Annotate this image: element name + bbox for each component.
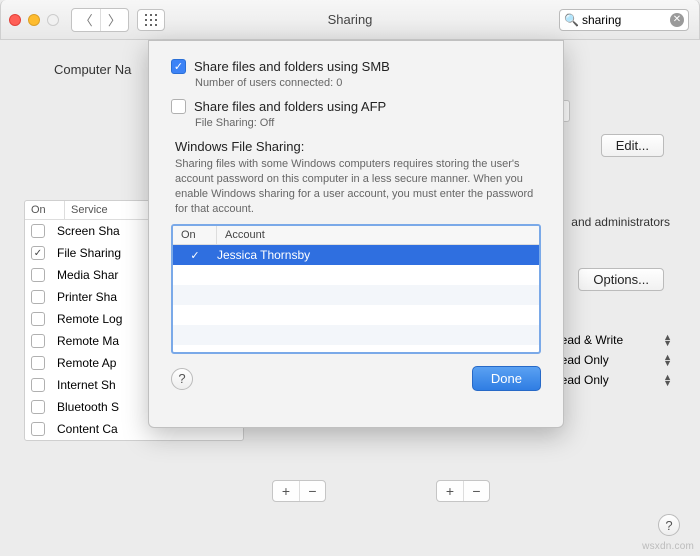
folders-add-remove: + − bbox=[272, 480, 326, 502]
service-checkbox[interactable] bbox=[31, 400, 45, 414]
col-account: Account bbox=[217, 226, 273, 244]
service-checkbox[interactable] bbox=[31, 378, 45, 392]
account-row-empty bbox=[173, 265, 539, 285]
service-label: Remote Log bbox=[57, 312, 122, 326]
service-checkbox[interactable] bbox=[31, 356, 45, 370]
afp-label: Share files and folders using AFP bbox=[194, 99, 386, 114]
remove-folder-button[interactable]: − bbox=[299, 481, 325, 501]
service-label: Screen Sha bbox=[57, 224, 120, 238]
search-icon: 🔍 bbox=[564, 13, 579, 27]
clear-search-icon[interactable]: ✕ bbox=[670, 13, 684, 27]
account-checkbox[interactable]: ✓ bbox=[190, 249, 199, 262]
permission-row[interactable]: Read Only▲▼ bbox=[552, 350, 672, 370]
options-button[interactable]: Options... bbox=[578, 268, 664, 291]
account-row-empty bbox=[173, 305, 539, 325]
window-title: Sharing bbox=[328, 12, 373, 27]
service-label: Content Ca bbox=[57, 422, 118, 436]
service-checkbox[interactable] bbox=[31, 268, 45, 282]
stepper-icon[interactable]: ▲▼ bbox=[663, 334, 672, 346]
service-checkbox[interactable] bbox=[31, 312, 45, 326]
users-add-remove: + − bbox=[436, 480, 490, 502]
account-row[interactable]: ✓ Jessica Thornsby bbox=[173, 245, 539, 265]
search-field[interactable]: 🔍 ✕ bbox=[559, 9, 689, 31]
add-folder-button[interactable]: + bbox=[273, 481, 299, 501]
accounts-header: On Account bbox=[173, 226, 539, 245]
afp-row[interactable]: Share files and folders using AFP bbox=[171, 99, 541, 114]
afp-checkbox[interactable] bbox=[171, 99, 186, 114]
col-on: On bbox=[173, 226, 217, 244]
service-checkbox[interactable] bbox=[31, 290, 45, 304]
service-label: Media Shar bbox=[57, 268, 118, 282]
service-label: File Sharing bbox=[57, 246, 121, 260]
zoom-window-icon bbox=[47, 14, 59, 26]
smb-subtext: Number of users connected: 0 bbox=[195, 77, 541, 89]
service-checkbox[interactable] bbox=[31, 246, 45, 260]
window-controls bbox=[9, 14, 59, 26]
watermark: wsxdn.com bbox=[642, 541, 694, 552]
window-titlebar: 〈 〉 Sharing 🔍 ✕ bbox=[0, 0, 700, 40]
account-row-empty bbox=[173, 325, 539, 345]
smb-label: Share files and folders using SMB bbox=[194, 59, 390, 74]
service-checkbox[interactable] bbox=[31, 422, 45, 436]
remove-user-button[interactable]: − bbox=[463, 481, 489, 501]
grid-icon bbox=[145, 14, 157, 26]
close-window-icon[interactable] bbox=[9, 14, 21, 26]
col-on: On bbox=[25, 201, 65, 219]
permission-row[interactable]: Read & Write▲▼ bbox=[552, 330, 672, 350]
search-input[interactable] bbox=[582, 13, 670, 27]
nav-back-forward: 〈 〉 bbox=[71, 8, 129, 32]
account-row-empty bbox=[173, 285, 539, 305]
add-user-button[interactable]: + bbox=[437, 481, 463, 501]
permission-row[interactable]: Read Only▲▼ bbox=[552, 370, 672, 390]
wfs-title: Windows File Sharing: bbox=[175, 139, 541, 154]
done-button[interactable]: Done bbox=[472, 366, 541, 391]
afp-subtext: File Sharing: Off bbox=[195, 117, 541, 129]
service-label: Remote Ma bbox=[57, 334, 119, 348]
back-button[interactable]: 〈 bbox=[72, 9, 100, 31]
admins-text: and administrators bbox=[571, 215, 670, 229]
col-service: Service bbox=[65, 201, 114, 219]
sheet-help-button[interactable]: ? bbox=[171, 368, 193, 390]
account-name: Jessica Thornsby bbox=[217, 248, 310, 262]
minimize-window-icon[interactable] bbox=[28, 14, 40, 26]
help-button[interactable]: ? bbox=[658, 514, 680, 536]
permissions-list: Read & Write▲▼ Read Only▲▼ Read Only▲▼ bbox=[552, 330, 672, 390]
wfs-description: Sharing files with some Windows computer… bbox=[175, 157, 535, 216]
service-label: Remote Ap bbox=[57, 356, 116, 370]
service-label: Internet Sh bbox=[57, 378, 116, 392]
edit-button[interactable]: Edit... bbox=[601, 134, 664, 157]
smb-row[interactable]: ✓ Share files and folders using SMB bbox=[171, 59, 541, 74]
service-checkbox[interactable] bbox=[31, 334, 45, 348]
stepper-icon[interactable]: ▲▼ bbox=[663, 374, 672, 386]
accounts-table: On Account ✓ Jessica Thornsby bbox=[171, 224, 541, 354]
forward-button[interactable]: 〉 bbox=[100, 9, 128, 31]
smb-checkbox[interactable]: ✓ bbox=[171, 59, 186, 74]
stepper-icon[interactable]: ▲▼ bbox=[663, 354, 672, 366]
show-all-prefs-button[interactable] bbox=[137, 9, 165, 31]
service-checkbox[interactable] bbox=[31, 224, 45, 238]
options-sheet: ✓ Share files and folders using SMB Numb… bbox=[148, 40, 564, 428]
service-label: Printer Sha bbox=[57, 290, 117, 304]
service-label: Bluetooth S bbox=[57, 400, 119, 414]
